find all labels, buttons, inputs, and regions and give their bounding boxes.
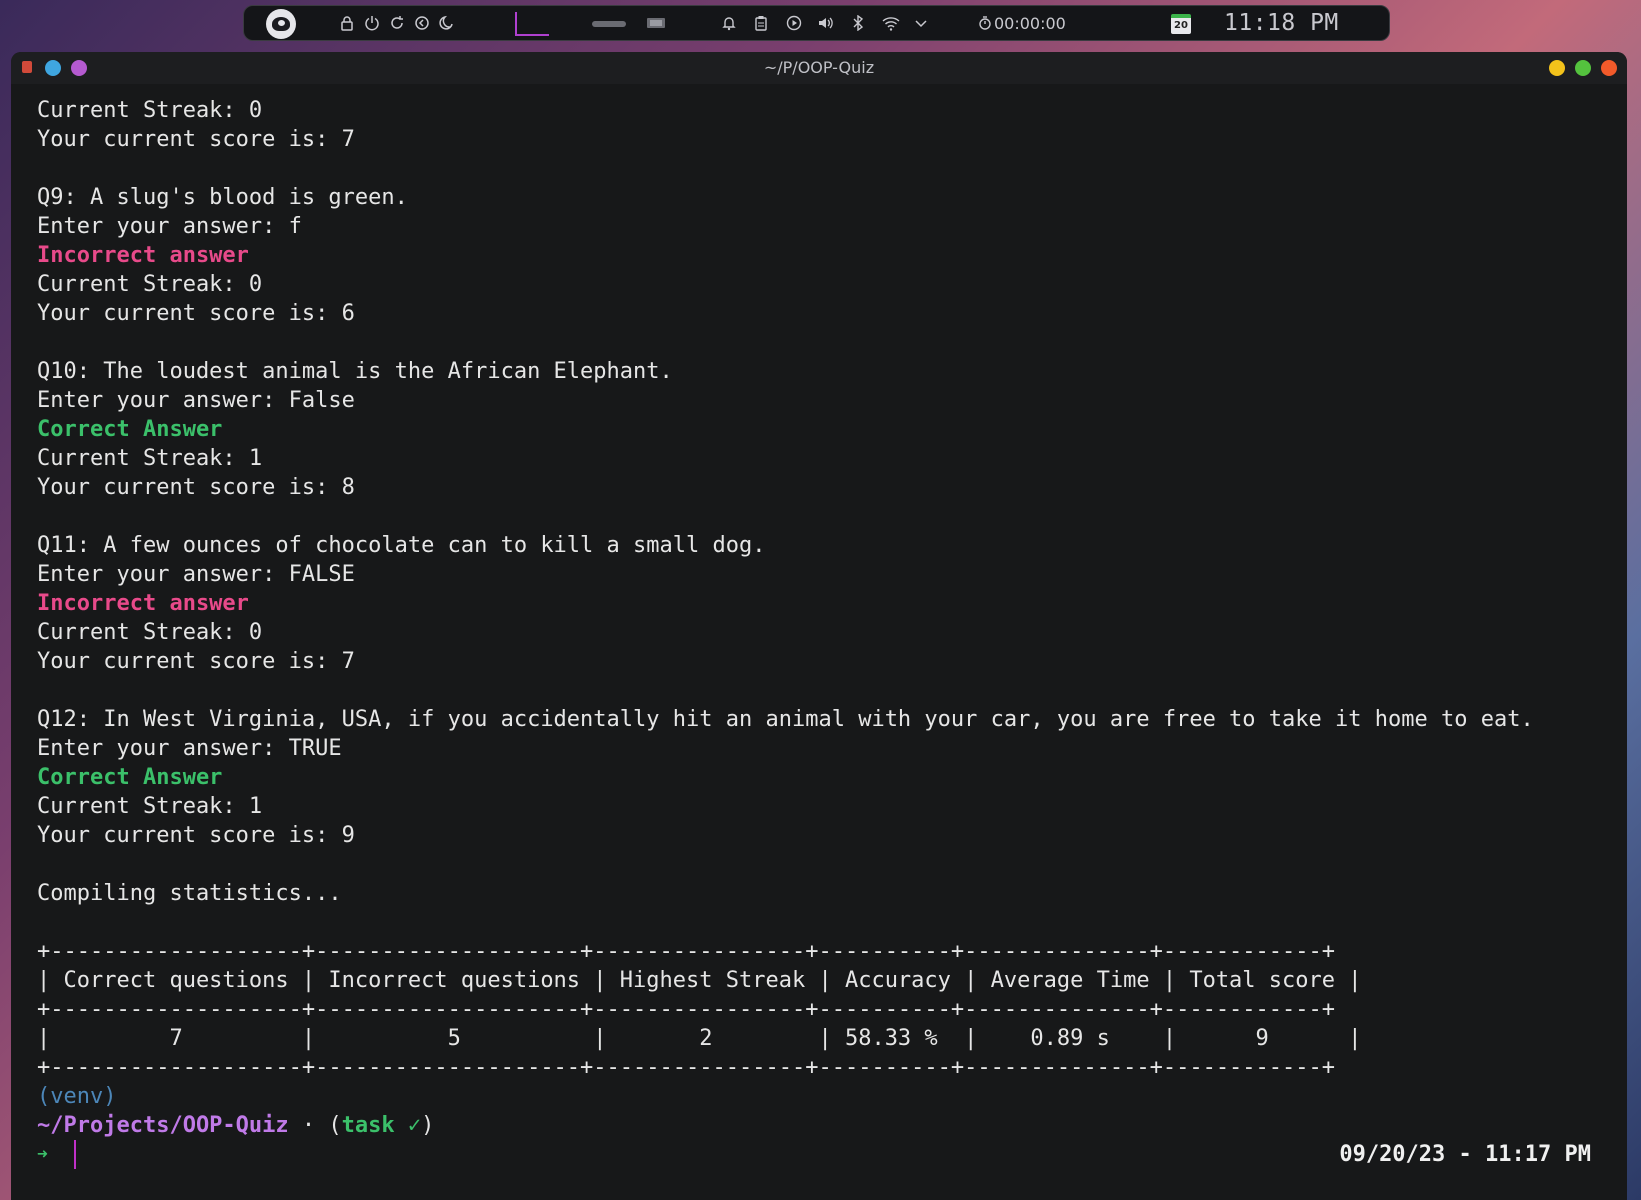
- logout-icon[interactable]: [413, 6, 431, 40]
- prompt-path: ~/Projects/OOP-Quiz: [37, 1113, 289, 1138]
- distro-logo-icon[interactable]: [266, 9, 296, 39]
- terminal-line: Enter your answer: TRUE: [37, 736, 342, 761]
- gpu-icon[interactable]: [645, 6, 667, 40]
- calendar-icon[interactable]: 20: [1171, 14, 1191, 34]
- text-cursor[interactable]: [74, 1140, 76, 1169]
- prompt-separator: · (: [288, 1113, 342, 1138]
- terminal-line: Q10: The loudest animal is the African E…: [37, 359, 673, 384]
- terminal-line: Q11: A few ounces of chocolate can to ki…: [37, 533, 766, 558]
- window-titlebar[interactable]: ~/P/OOP-Quiz: [11, 52, 1627, 84]
- terminal-output[interactable]: Current Streak: 0 Your current score is: …: [11, 84, 1627, 1200]
- virtual-desktop-indicator[interactable]: [515, 12, 549, 36]
- terminal-line: Q9: A slug's blood is green.: [37, 185, 408, 210]
- terminal-line: Enter your answer: FALSE: [37, 562, 355, 587]
- lock-icon[interactable]: [338, 6, 356, 40]
- prompt-close: ): [421, 1113, 435, 1138]
- close-button[interactable]: [1601, 60, 1617, 76]
- terminal-line: Current Streak: 1: [37, 446, 263, 471]
- terminal-line: +-------------------+-------------------…: [37, 1055, 1336, 1080]
- terminal-line: Incorrect answer: [37, 243, 249, 268]
- venv-indicator: (venv): [37, 1084, 117, 1109]
- terminal-line: +-------------------+-------------------…: [37, 997, 1336, 1022]
- terminal-line: Your current score is: 9: [37, 823, 355, 848]
- timer-readout[interactable]: 00:00:00: [994, 6, 1066, 40]
- window-handle-icon[interactable]: [592, 21, 626, 27]
- restart-icon[interactable]: [388, 6, 406, 40]
- power-icon[interactable]: [363, 6, 381, 40]
- terminal-line: Incorrect answer: [37, 591, 249, 616]
- terminal-line: Current Streak: 0: [37, 620, 263, 645]
- media-play-icon[interactable]: [785, 6, 803, 40]
- minimize-button[interactable]: [1549, 60, 1565, 76]
- terminal-line: Your current score is: 7: [37, 127, 355, 152]
- chevron-down-icon[interactable]: [913, 6, 929, 40]
- terminal-line: Compiling statistics...: [37, 881, 342, 906]
- top-panel: 00:00:00 20 11:18 PM: [243, 5, 1390, 41]
- terminal-window: ~/P/OOP-Quiz Current Streak: 0 Your curre…: [11, 52, 1627, 1200]
- terminal-line: Current Streak: 1: [37, 794, 263, 819]
- terminal-line: Current Streak: 0: [37, 98, 263, 123]
- volume-icon[interactable]: [817, 6, 835, 40]
- git-branch: task ✓: [341, 1113, 422, 1138]
- sleep-icon[interactable]: [438, 6, 456, 40]
- terminal-line: | Correct questions | Incorrect question…: [37, 968, 1362, 993]
- terminal-line: Your current score is: 6: [37, 301, 355, 326]
- terminal-line: Enter your answer: False: [37, 388, 355, 413]
- terminal-line: Your current score is: 8: [37, 475, 355, 500]
- panel-clock[interactable]: 11:18 PM: [1224, 6, 1364, 40]
- clipboard-icon[interactable]: [752, 6, 770, 40]
- maximize-button[interactable]: [1575, 60, 1591, 76]
- wifi-icon[interactable]: [880, 6, 902, 40]
- terminal-line: Enter your answer: f: [37, 214, 302, 239]
- terminal-line: Q12: In West Virginia, USA, if you accid…: [37, 707, 1534, 732]
- terminal-line: +-------------------+-------------------…: [37, 939, 1336, 964]
- bluetooth-icon[interactable]: [850, 6, 866, 40]
- alarm-icon[interactable]: [720, 6, 738, 40]
- window-title: ~/P/OOP-Quiz: [763, 58, 875, 77]
- right-prompt-timestamp: 09/20/23 - 11:17 PM: [1339, 1142, 1591, 1167]
- prompt-arrow-icon: ➜: [37, 1144, 48, 1165]
- terminal-line: Correct Answer: [37, 417, 223, 442]
- terminal-line: Correct Answer: [37, 765, 223, 790]
- terminal-line: Your current score is: 7: [37, 649, 355, 674]
- terminal-line: Current Streak: 0: [37, 272, 263, 297]
- timer-icon[interactable]: [977, 6, 993, 40]
- terminal-line: | 7 | 5 | 2 | 58.33 % | 0.89 s | 9 |: [37, 1026, 1362, 1051]
- prompt-line: ~/Projects/OOP-Quiz · (task ✓): [37, 1111, 434, 1140]
